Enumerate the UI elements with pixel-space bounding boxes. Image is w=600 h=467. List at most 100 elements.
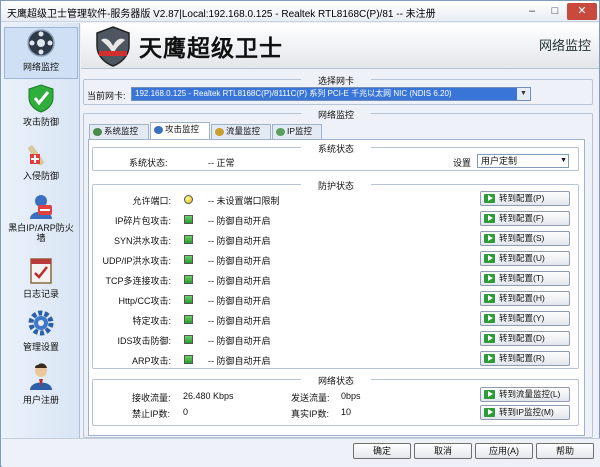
tab-system-monitor[interactable]: 系统监控: [89, 124, 149, 139]
sidebar-item-intrusion-defense[interactable]: 入侵防御: [4, 137, 78, 182]
protection-item-status: -- 防御自动开启: [208, 256, 271, 266]
send-value: 0bps: [341, 391, 361, 401]
tab-traffic-monitor[interactable]: 流量监控: [211, 124, 271, 139]
sidebar-item-label: 攻击防御: [22, 117, 59, 127]
goto-config-button[interactable]: 转到配置(Y): [480, 311, 570, 326]
help-button[interactable]: 帮助: [536, 443, 594, 459]
nic-section-title: 选择网卡: [301, 74, 371, 87]
shield-check-icon: [28, 84, 54, 113]
close-button[interactable]: ✕: [567, 3, 597, 20]
protection-item-name: UDP/IP洪水攻击:: [102, 256, 171, 266]
goto-config-button[interactable]: 转到配置(S): [480, 231, 570, 246]
arrow-right-icon: [484, 334, 495, 343]
goto-config-button[interactable]: 转到配置(R): [480, 351, 570, 366]
cancel-button[interactable]: 取消: [414, 443, 472, 459]
button-label: 转到配置(R): [499, 353, 545, 363]
button-label: 应用(A): [489, 446, 519, 456]
protection-item-name: TCP多连接攻击:: [105, 276, 171, 286]
setting-label: 设置: [453, 158, 472, 168]
button-label: 取消: [433, 446, 452, 456]
system-monitor-icon: [93, 128, 102, 136]
protection-item-status: -- 防御自动开启: [208, 276, 271, 286]
arrow-right-icon: [484, 354, 495, 363]
network-section-title: 网络状态: [301, 374, 371, 387]
attack-monitor-icon: [154, 126, 163, 134]
sidebar-item-settings[interactable]: 管理设置: [4, 308, 78, 353]
apply-button[interactable]: 应用(A): [475, 443, 533, 459]
nic-select-value: 192.168.0.125 - Realtek RTL8168C(P)/8111…: [135, 89, 452, 98]
goto-traffic-monitor-button[interactable]: 转到流量监控(L): [480, 387, 570, 402]
setting-select[interactable]: 用户定制 ▼: [477, 154, 569, 168]
status-indicator-icon: [184, 315, 193, 324]
system-section-title: 系统状态: [301, 142, 371, 155]
button-label: 转到配置(S): [499, 233, 545, 243]
goto-config-button[interactable]: 转到配置(P): [480, 191, 570, 206]
goto-config-button[interactable]: 转到配置(F): [480, 211, 570, 226]
minimize-button[interactable]: –: [521, 3, 543, 20]
setting-select-value: 用户定制: [481, 156, 518, 166]
sidebar-item-network-monitor[interactable]: 网络监控: [4, 27, 78, 79]
traffic-monitor-icon: [215, 128, 224, 136]
arrow-right-icon: [484, 194, 495, 203]
protection-section-title: 防护状态: [301, 179, 371, 192]
chevron-down-icon[interactable]: ▼: [517, 88, 530, 100]
main-window: 天鹰超级卫士管理软件-服务器版 V2.87|Local:192.168.0.12…: [0, 0, 600, 467]
tab-label: 流量监控: [226, 126, 261, 136]
send-label: 发送流量:: [291, 393, 330, 403]
nic-select[interactable]: 192.168.0.125 - Realtek RTL8168C(P)/8111…: [131, 87, 531, 101]
system-status-value: -- 正常: [208, 158, 235, 168]
button-label: 转到配置(T): [499, 273, 544, 283]
sidebar-item-label: 黑白IP/ARP防火墙: [8, 223, 74, 243]
protection-item-status: -- 防御自动开启: [208, 356, 271, 366]
ban-ip-label: 禁止IP数:: [132, 409, 171, 419]
arrow-right-icon: [484, 254, 495, 263]
recv-label: 接收流量:: [132, 393, 171, 403]
arrow-right-icon: [484, 234, 495, 243]
title-bar: 天鹰超级卫士管理软件-服务器版 V2.87|Local:192.168.0.12…: [1, 1, 599, 22]
arrow-right-icon: [484, 294, 495, 303]
sidebar-item-register[interactable]: 用户注册: [4, 361, 78, 406]
button-label: 转到配置(Y): [499, 313, 545, 323]
protection-item-status: -- 防御自动开启: [208, 216, 271, 226]
goto-config-button[interactable]: 转到配置(H): [480, 291, 570, 306]
nic-label: 当前网卡:: [87, 91, 126, 101]
protection-item-name: ARP攻击:: [131, 356, 171, 366]
sidebar-item-attack-defense[interactable]: 攻击防御: [4, 83, 78, 128]
goto-config-button[interactable]: 转到配置(T): [480, 271, 570, 286]
sidebar-item-firewall[interactable]: 黑白IP/ARP防火墙: [4, 191, 78, 243]
tab-label: 系统监控: [104, 126, 139, 136]
arrow-right-icon: [484, 408, 495, 417]
ban-ip-value: 0: [183, 407, 189, 417]
button-label: 帮助: [555, 446, 574, 456]
protection-item-name: Http/CC攻击:: [118, 296, 171, 306]
window-title: 天鹰超级卫士管理软件-服务器版 V2.87|Local:192.168.0.12…: [7, 9, 436, 20]
protection-item-status: -- 防御自动开启: [208, 336, 271, 346]
goto-config-button[interactable]: 转到配置(U): [480, 251, 570, 266]
tab-attack-monitor[interactable]: 攻击监控: [150, 122, 210, 140]
arrow-right-icon: [484, 314, 495, 323]
recv-value: 26.480 Kbps: [183, 391, 234, 401]
ok-button[interactable]: 确定: [353, 443, 411, 459]
status-indicator-icon: [184, 215, 193, 224]
app-title: 天鹰超级卫士: [139, 35, 283, 62]
maximize-button[interactable]: □: [544, 3, 566, 20]
protection-item-status: -- 防御自动开启: [208, 316, 271, 326]
tab-ip-monitor[interactable]: IP监控: [272, 124, 322, 139]
sidebar-item-log[interactable]: 日志记录: [4, 255, 78, 300]
tab-label: 攻击监控: [165, 124, 200, 134]
chevron-down-icon[interactable]: ▼: [560, 155, 567, 167]
status-indicator-icon: [184, 355, 193, 364]
button-label: 转到流量监控(L): [499, 389, 561, 399]
eagle-logo-icon: [96, 26, 130, 67]
button-label: 确定: [372, 446, 391, 456]
goto-config-button[interactable]: 转到配置(D): [480, 331, 570, 346]
button-label: 转到配置(F): [499, 213, 544, 223]
protection-item-name: IDS攻击防御:: [117, 336, 171, 346]
status-indicator-icon: [184, 255, 193, 264]
goto-ip-monitor-button[interactable]: 转到IP监控(M): [480, 405, 570, 420]
protection-item-status: -- 防御自动开启: [208, 236, 271, 246]
sidebar-item-label: 管理设置: [22, 342, 59, 352]
sidebar-item-label: 用户注册: [22, 395, 59, 405]
page-tag: 网络监控: [538, 38, 591, 53]
button-label: 转到配置(H): [499, 293, 545, 303]
